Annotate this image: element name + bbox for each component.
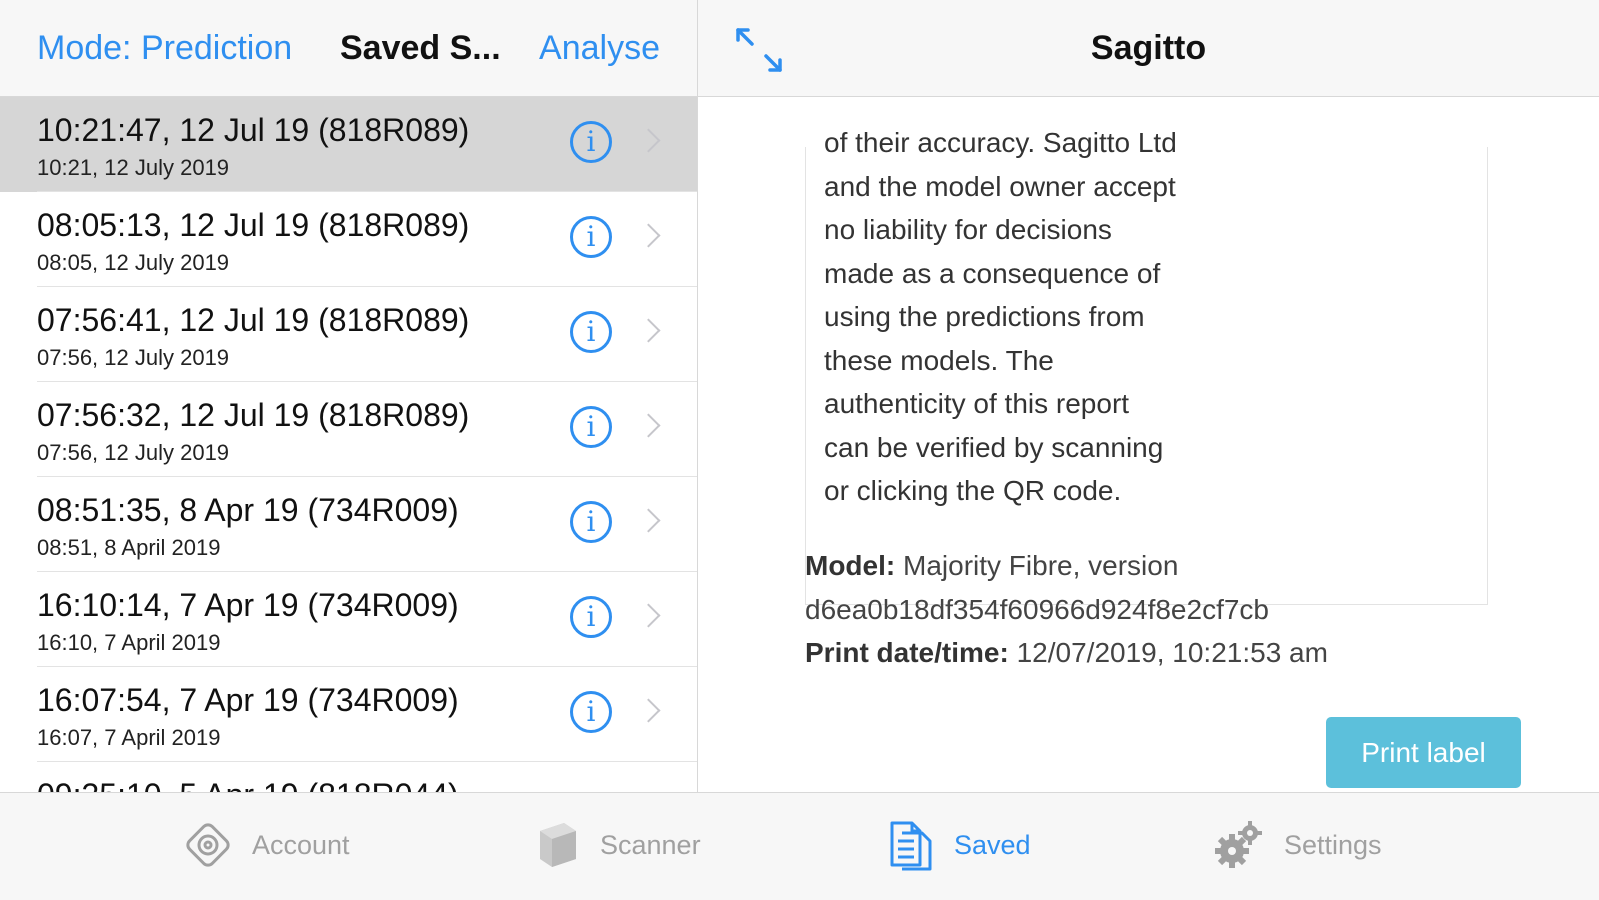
info-icon[interactable]: i [570,121,612,163]
chevron-right-icon [636,318,661,343]
info-icon[interactable]: i [570,216,612,258]
list-item-subtitle: 07:56, 12 July 2019 [37,345,230,370]
list-item-title: 16:10:14, 7 Apr 19 (734R009) [37,587,459,623]
list-item-subtitle: 16:07, 7 April 2019 [37,725,221,750]
list-item-title: 09:35:10, 5 Apr 19 (818R044) [37,777,459,792]
print-datetime-line: Print date/time: 12/07/2019, 10:21:53 am [805,631,1505,675]
list-item-subtitle: 07:56, 12 July 2019 [37,440,230,465]
tab-account[interactable]: Account [182,815,350,875]
model-value: Majority Fibre, version [895,550,1179,581]
detail-scroll-area[interactable]: of their accuracy. Sagitto Ltd and the m… [698,97,1599,792]
model-label: Model: [805,550,896,581]
list-item-title: 10:21:47, 12 Jul 19 (818R089) [37,112,470,148]
list-item-title: 07:56:41, 12 Jul 19 (818R089) [37,302,470,338]
info-icon[interactable]: i [570,596,612,638]
disclaimer-line: can be verified by scanning [824,431,1164,463]
page-title: Sagitto [1090,29,1207,67]
list-item-title: 08:05:13, 12 Jul 19 (818R089) [37,207,470,243]
disclaimer-line: made as a consequence of [824,257,1161,289]
right-navigation-bar: Sagitto [698,0,1599,97]
tab-scanner[interactable]: Scanner [534,815,701,875]
disclaimer-line: no liability for decisions [824,214,1112,245]
scanner-icon [534,819,582,871]
list-item[interactable]: 16:10:14, 7 Apr 19 (734R009) 16:10, 7 Ap… [0,572,697,667]
list-item-subtitle: 08:51, 8 April 2019 [37,535,221,560]
list-item[interactable]: 09:35:10, 5 Apr 19 (818R044) [0,762,697,792]
tab-saved[interactable]: Saved [888,815,1031,875]
tab-label: Settings [1284,829,1382,860]
list-item-title: 07:56:32, 12 Jul 19 (818R089) [37,397,470,433]
model-info: Model: Majority Fibre, version d6ea0b18d… [805,544,1505,675]
disclaimer-line: and the model owner accept [824,170,1176,202]
tab-settings[interactable]: Settings [1212,815,1382,875]
disclaimer-text: of their accuracy. Sagitto Ltd and the m… [824,127,1244,513]
disclaimer-line: using the predictions from [824,301,1145,332]
print-datetime-value: 12/07/2019, 10:21:53 am [1008,637,1328,668]
info-icon[interactable]: i [570,691,612,733]
chevron-right-icon [636,603,661,628]
left-navigation-bar: Mode: Prediction Saved S... Analyse [0,0,697,97]
tab-label: Scanner [600,829,701,860]
mode-prediction-button[interactable]: Mode: Prediction [37,29,292,68]
list-item-subtitle: 08:05, 12 July 2019 [37,250,230,275]
info-icon[interactable]: i [570,501,612,543]
tab-bar: Account Scanner Saved Settings [0,792,1599,900]
tab-label: Saved [954,829,1031,860]
model-line: Model: Majority Fibre, version [805,544,1505,588]
print-datetime-label: Print date/time: [805,637,1009,668]
list-item-title: 08:51:35, 8 Apr 19 (734R009) [37,492,459,528]
disclaimer-line: these models. The [824,344,1054,376]
list-item-subtitle: 10:21, 12 July 2019 [37,155,230,180]
analyse-button[interactable]: Analyse [539,29,660,68]
model-hash: d6ea0b18df354f60966d924f8e2cf7cb [805,593,1269,625]
qr-code-link[interactable]: or clicking the QR code. [824,469,1244,513]
list-item[interactable]: 08:05:13, 12 Jul 19 (818R089) 08:05, 12 … [0,192,697,287]
saved-scans-list[interactable]: 10:21:47, 12 Jul 19 (818R089) 10:21, 12 … [0,97,697,792]
saved-scans-title: Saved S... [340,29,501,67]
disclaimer-line: authenticity of this report [824,388,1130,419]
chevron-right-icon [636,508,661,533]
info-icon[interactable]: i [570,406,612,448]
settings-gears-icon [1212,819,1266,871]
chevron-right-icon [636,698,661,723]
account-icon [182,819,234,871]
chevron-right-icon [636,128,661,153]
list-item[interactable]: 07:56:41, 12 Jul 19 (818R089) 07:56, 12 … [0,287,697,382]
chevron-right-icon [636,223,661,248]
disclaimer-box: of their accuracy. Sagitto Ltd and the m… [805,127,1488,605]
print-label-button[interactable]: Print label [1326,717,1521,788]
disclaimer-line: of their accuracy. Sagitto Ltd [824,127,1177,158]
list-item[interactable]: 08:51:35, 8 Apr 19 (734R009) 08:51, 8 Ap… [0,477,697,572]
saved-list-pane: Mode: Prediction Saved S... Analyse 10:2… [0,0,697,792]
list-item-title: 16:07:54, 7 Apr 19 (734R009) [37,682,459,718]
list-item[interactable]: 16:07:54, 7 Apr 19 (734R009) 16:07, 7 Ap… [0,667,697,762]
chevron-right-icon [636,413,661,438]
list-item[interactable]: 10:21:47, 12 Jul 19 (818R089) 10:21, 12 … [0,97,697,192]
list-item[interactable]: 07:56:32, 12 Jul 19 (818R089) 07:56, 12 … [0,382,697,477]
info-icon[interactable]: i [570,311,612,353]
saved-documents-icon [888,819,936,871]
detail-pane: of their accuracy. Sagitto Ltd and the m… [698,0,1599,792]
list-item-subtitle: 16:10, 7 April 2019 [37,630,221,655]
tab-label: Account [252,829,350,860]
